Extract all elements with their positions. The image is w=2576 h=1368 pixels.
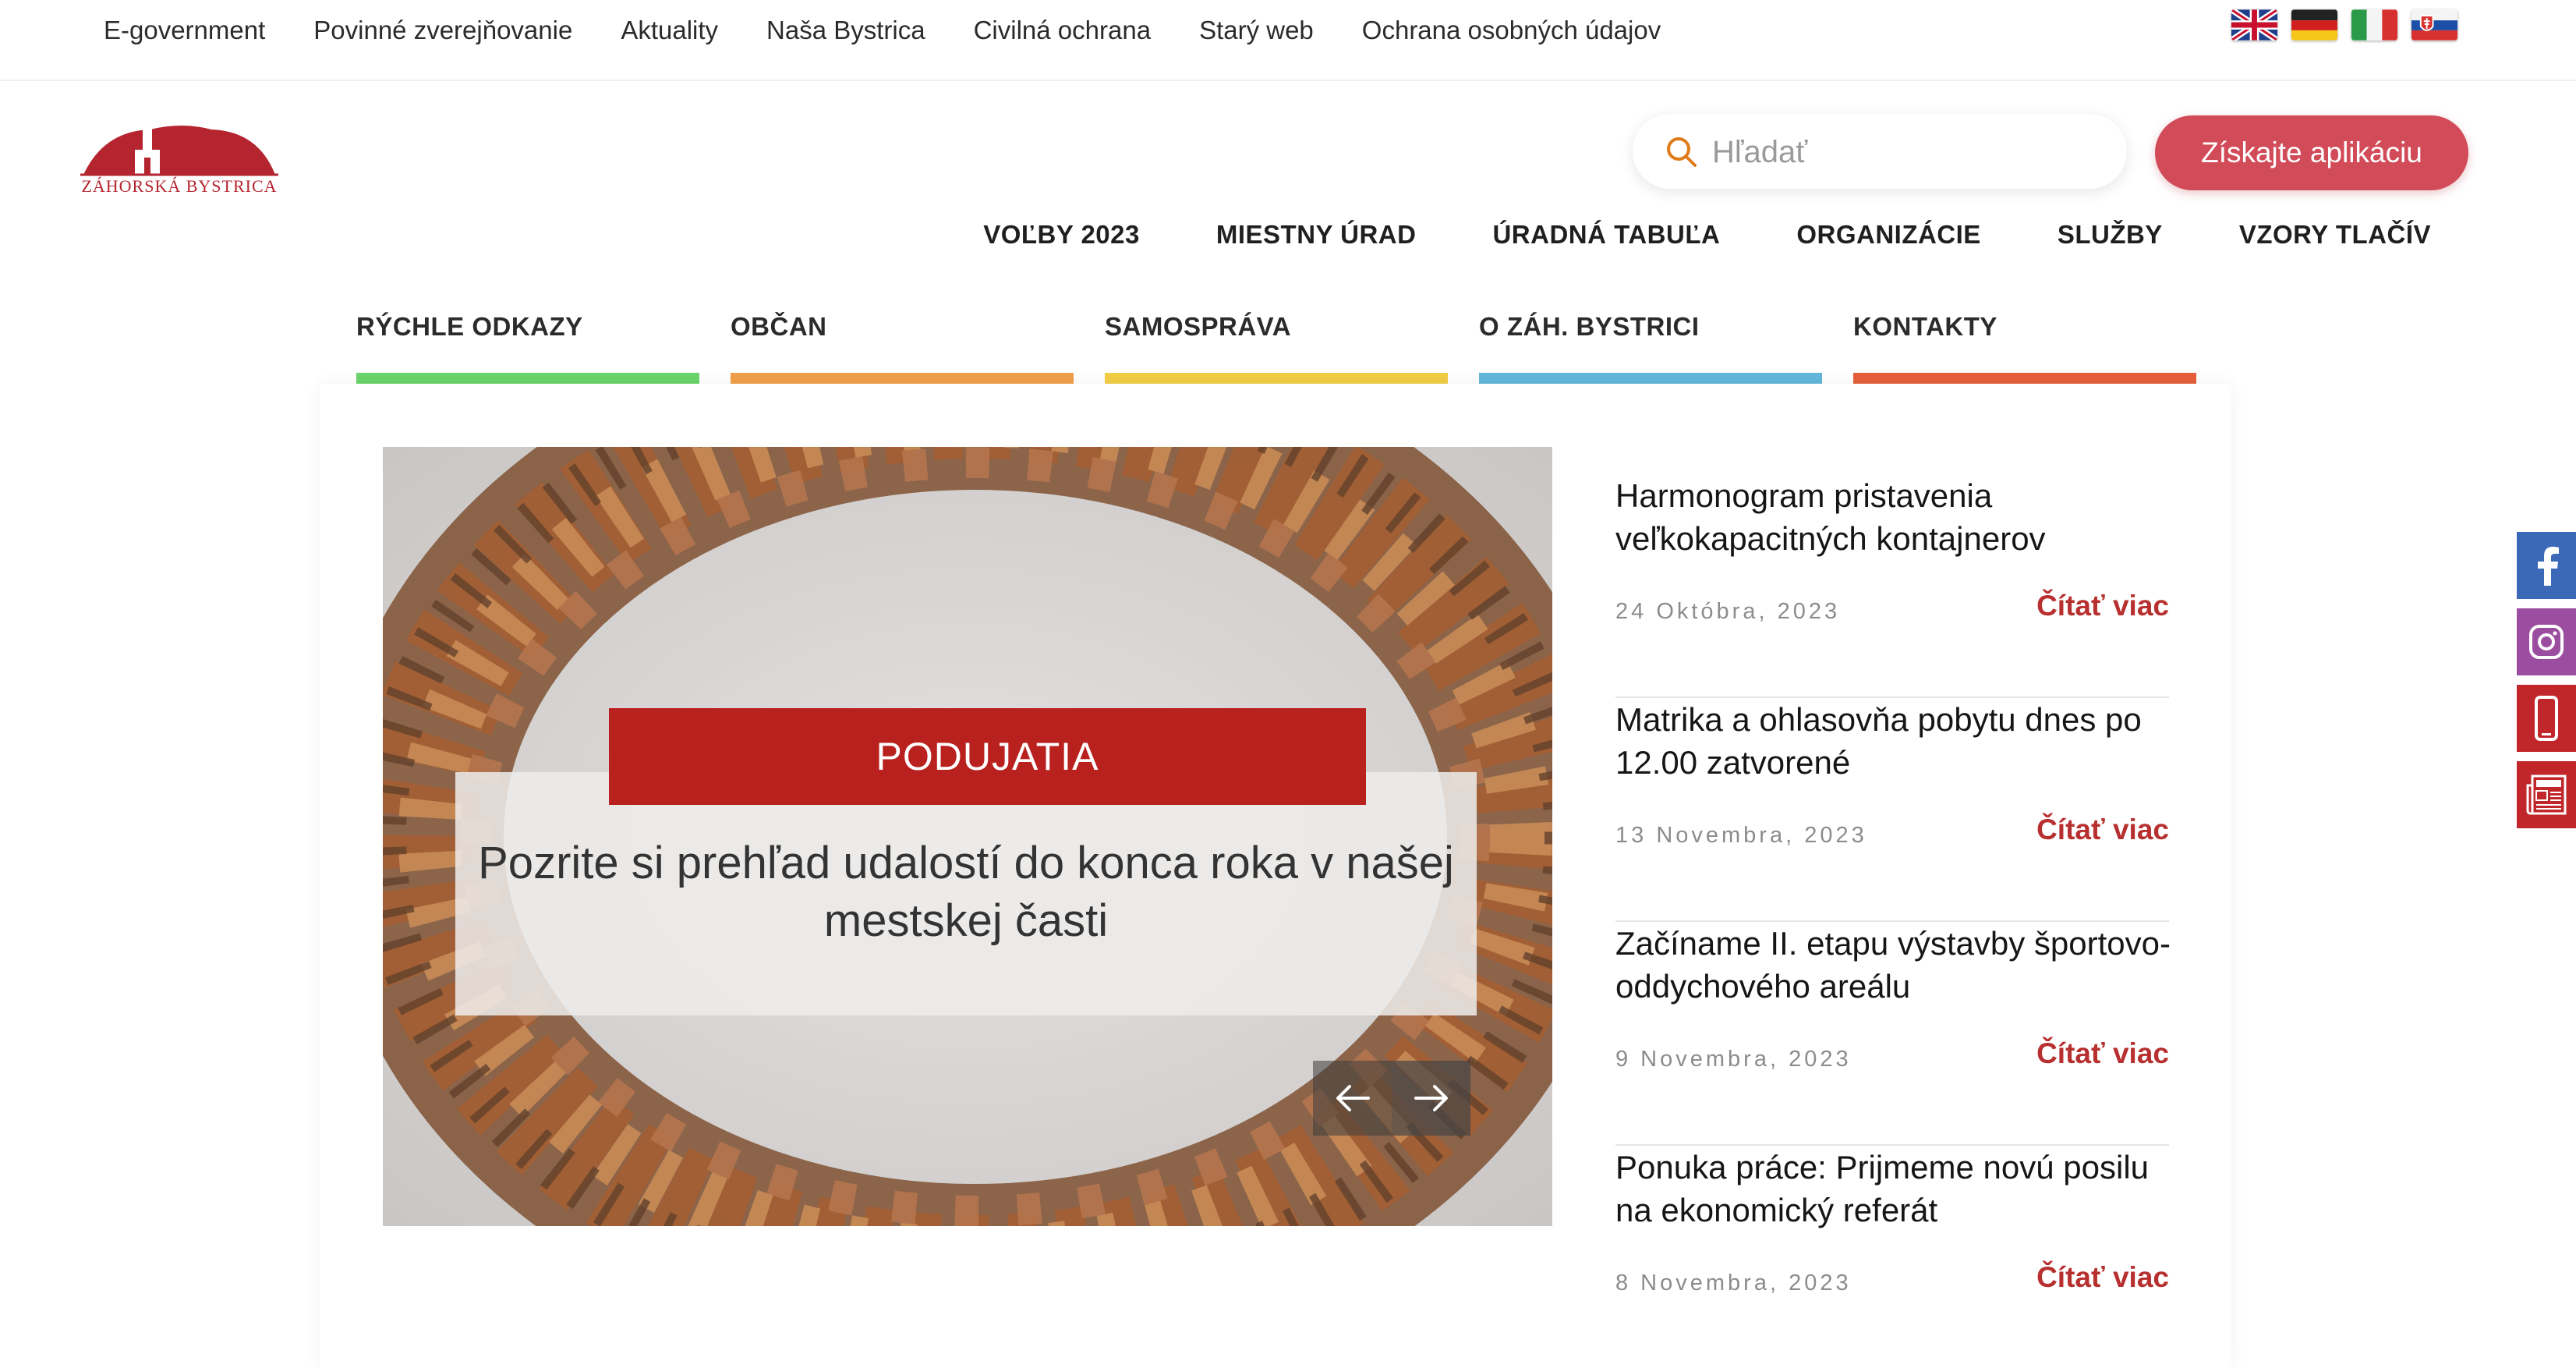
slider-prev-button[interactable] [1313, 1061, 1392, 1136]
nav-sluzby[interactable]: SLUŽBY [2058, 220, 2163, 250]
top-bar: E-government Povinné zverejňovanie Aktua… [0, 0, 2576, 81]
instagram-button[interactable] [2517, 608, 2576, 675]
toplink-stary-web[interactable]: Starý web [1199, 16, 1314, 45]
site-logo[interactable]: Záhorská Bystrica [80, 115, 278, 197]
search-input[interactable] [1711, 126, 2104, 178]
search-box [1633, 114, 2127, 189]
tab-label: SAMOSPRÁVA [1105, 312, 1292, 341]
mobile-app-button[interactable] [2517, 685, 2576, 752]
tab-obcan[interactable]: OBČAN [731, 310, 1074, 384]
tab-color-bar [1105, 373, 1448, 384]
news-title[interactable]: Harmonogram pristavenia veľkokapacitných… [1615, 474, 2177, 560]
news-date: 24 Októbra, 2023 [1615, 599, 1841, 624]
news-item: Harmonogram pristavenia veľkokapacitných… [1615, 474, 2169, 698]
news-date: 9 Novembra, 2023 [1615, 1047, 1852, 1072]
tab-label: O ZÁH. BYSTRICI [1479, 312, 1700, 341]
read-more-link[interactable]: Čítať viac [2036, 1261, 2169, 1294]
tab-label: OBČAN [731, 312, 827, 341]
flag-uk-icon[interactable] [2231, 9, 2277, 41]
tab-color-bar [1853, 373, 2196, 384]
tab-color-bar [1479, 373, 1822, 384]
toplink-nasa-bystrica[interactable]: Naša Bystrica [766, 16, 925, 45]
read-more-link[interactable]: Čítať viac [2036, 590, 2169, 622]
facebook-icon [2538, 547, 2559, 586]
tab-o-zah-bystrici[interactable]: O ZÁH. BYSTRICI [1479, 310, 1822, 384]
tab-rychle-odkazy[interactable]: RÝCHLE ODKAZY [356, 310, 699, 384]
news-title[interactable]: Ponuka práce: Prijmeme novú posilu na ek… [1615, 1146, 2177, 1232]
news-item: Začíname II. etapu výstavby športovo-odd… [1615, 922, 2171, 1146]
tab-color-bar [731, 373, 1074, 384]
news-date: 13 Novembra, 2023 [1615, 823, 1867, 848]
news-list: Harmonogram pristavenia veľkokapacitných… [1615, 474, 2171, 1368]
flag-de-icon[interactable] [2291, 9, 2337, 41]
tab-samosprava[interactable]: SAMOSPRÁVA [1105, 310, 1448, 384]
news-title[interactable]: Začíname II. etapu výstavby športovo-odd… [1615, 922, 2177, 1008]
arrow-left-icon [1336, 1085, 1370, 1111]
toplink-egovernment[interactable]: E-government [104, 16, 265, 45]
news-date: 8 Novembra, 2023 [1615, 1271, 1852, 1295]
toplink-civilna-ochrana[interactable]: Civilná ochrana [974, 16, 1151, 45]
read-more-link[interactable]: Čítať viac [2036, 1037, 2169, 1070]
news-item: Matrika a ohlasovňa pobytu dnes po 12.00… [1615, 698, 2169, 922]
toplink-ochrana-udajov[interactable]: Ochrana osobných údajov [1362, 16, 1661, 45]
logo-emblem-icon [80, 115, 278, 176]
social-sidebar [2517, 532, 2576, 838]
nav-vzory-tlaciv[interactable]: VZORY TLAČÍV [2239, 220, 2431, 250]
category-tabs: RÝCHLE ODKAZY OBČAN SAMOSPRÁVA O ZÁH. BY… [356, 310, 2196, 384]
slider-controls [1313, 1061, 1470, 1136]
language-flags [2231, 9, 2457, 41]
news-slider[interactable]: PODUJATIA Pozrite si prehľad udalostí do… [383, 447, 1552, 1226]
top-links: E-government Povinné zverejňovanie Aktua… [104, 0, 1661, 61]
main-nav: VOĽBY 2023 MIESTNY ÚRAD ÚRADNÁ TABUĽA OR… [983, 220, 2431, 250]
nav-volby-2023[interactable]: VOĽBY 2023 [983, 220, 1140, 250]
nav-organizacie[interactable]: ORGANIZÁCIE [1796, 220, 1981, 250]
arrow-right-icon [1414, 1085, 1448, 1111]
tab-label: KONTAKTY [1853, 312, 1997, 341]
logo-text: Záhorská Bystrica [81, 176, 278, 196]
slider-next-button[interactable] [1392, 1061, 1470, 1136]
toplink-povinne-zverejnovanie[interactable]: Povinné zverejňovanie [313, 16, 572, 45]
slide-headline[interactable]: Pozrite si prehľad udalostí do konca rok… [455, 835, 1477, 950]
instagram-icon [2529, 625, 2564, 659]
search-icon[interactable] [1664, 134, 1698, 168]
flag-it-icon[interactable] [2351, 9, 2397, 41]
facebook-button[interactable] [2517, 532, 2576, 599]
phone-icon [2535, 696, 2558, 741]
nav-uradna-tabula[interactable]: ÚRADNÁ TABUĽA [1492, 220, 1720, 250]
tab-label: RÝCHLE ODKAZY [356, 312, 583, 341]
news-item: Ponuka práce: Prijmeme novú posilu na ek… [1615, 1146, 2169, 1368]
tab-color-bar [356, 373, 699, 384]
slide-category-ribbon[interactable]: PODUJATIA [609, 708, 1366, 805]
get-app-button[interactable]: Získajte aplikáciu [2155, 115, 2468, 190]
nav-miestny-urad[interactable]: MIESTNY ÚRAD [1216, 220, 1417, 250]
flag-sk-icon[interactable] [2411, 9, 2457, 41]
newsletter-button[interactable] [2517, 761, 2576, 828]
tab-kontakty[interactable]: KONTAKTY [1853, 310, 2196, 384]
toplink-aktuality[interactable]: Aktuality [621, 16, 718, 45]
news-icon [2526, 774, 2567, 815]
read-more-link[interactable]: Čítať viac [2036, 813, 2169, 846]
news-title[interactable]: Matrika a ohlasovňa pobytu dnes po 12.00… [1615, 698, 2177, 784]
